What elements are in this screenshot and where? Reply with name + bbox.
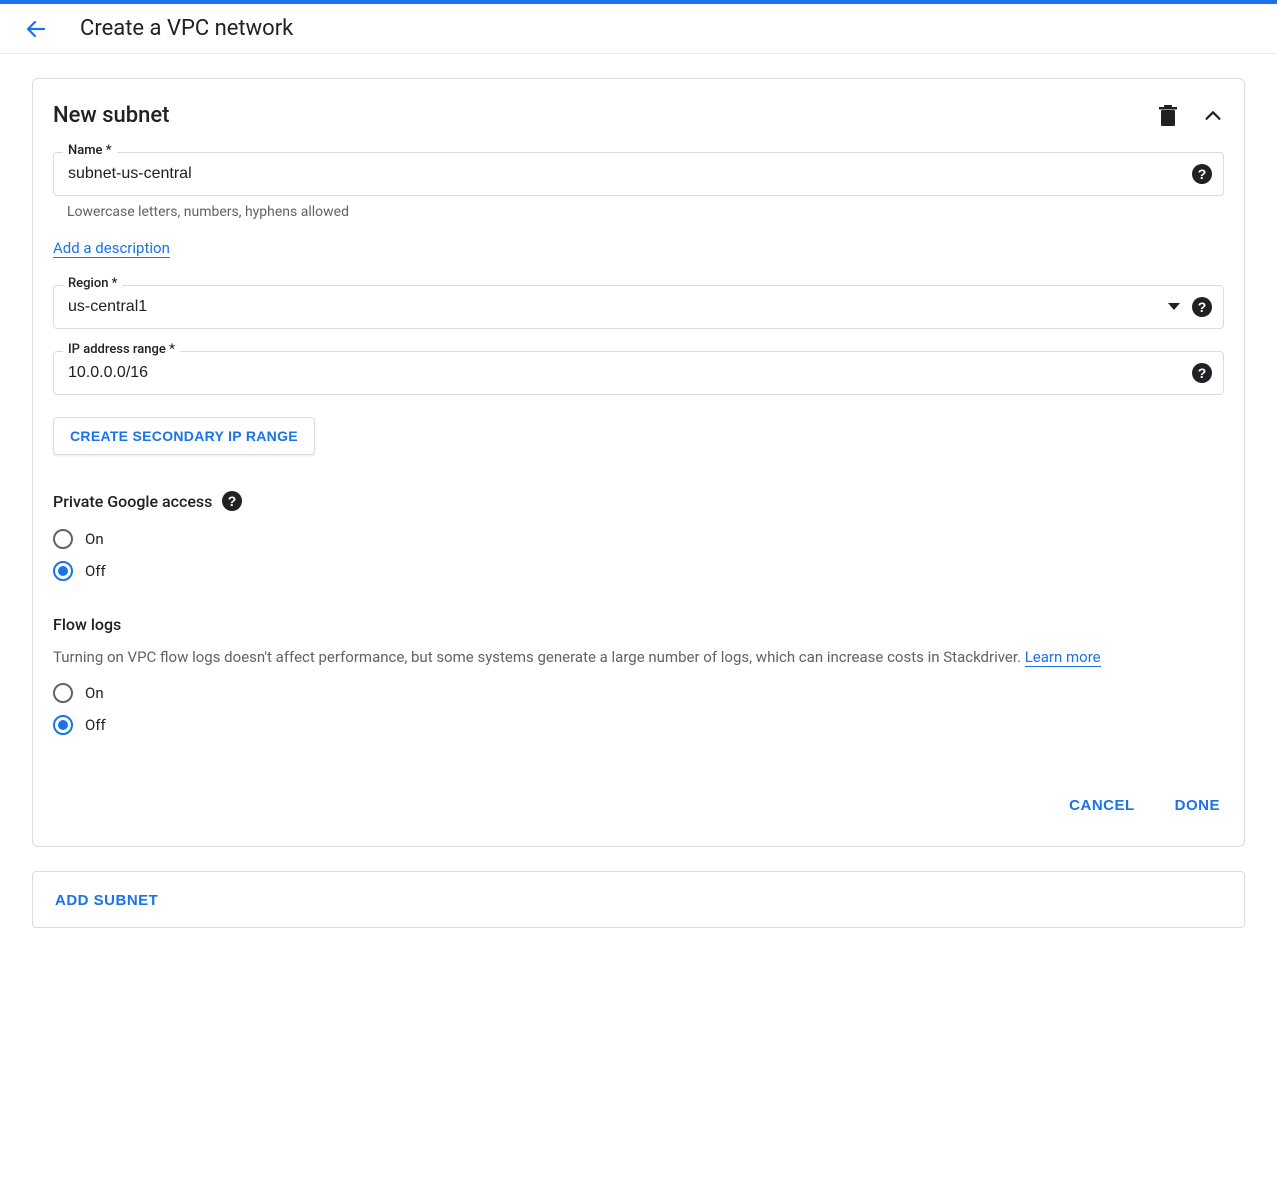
create-secondary-ip-button[interactable]: CREATE SECONDARY IP RANGE: [53, 417, 315, 455]
pga-radio-group: On Off: [53, 523, 1224, 587]
pga-on-radio[interactable]: On: [53, 523, 1224, 555]
region-select[interactable]: [53, 285, 1224, 329]
radio-label: Off: [85, 716, 106, 734]
collapse-icon[interactable]: [1202, 105, 1224, 127]
pga-heading-text: Private Google access: [53, 492, 212, 511]
cancel-button[interactable]: CANCEL: [1065, 789, 1139, 822]
name-hint: Lowercase letters, numbers, hyphens allo…: [53, 204, 1224, 220]
dropdown-icon[interactable]: [1168, 303, 1180, 311]
radio-label: Off: [85, 562, 106, 580]
region-label: Region *: [63, 276, 122, 291]
page-header: Create a VPC network: [0, 4, 1277, 54]
add-description-link[interactable]: Add a description: [53, 239, 170, 258]
delete-icon[interactable]: [1158, 105, 1178, 127]
radio-label: On: [85, 684, 104, 702]
svg-text:?: ?: [1198, 166, 1207, 182]
new-subnet-card: New subnet Name * ? Lowercase letters, n…: [32, 78, 1245, 847]
svg-text:?: ?: [1198, 299, 1207, 315]
name-label: Name *: [63, 143, 117, 158]
learn-more-link[interactable]: Learn more: [1025, 648, 1101, 667]
help-icon[interactable]: ?: [1192, 164, 1212, 184]
radio-icon: [53, 561, 73, 581]
radio-icon: [53, 715, 73, 735]
pga-off-radio[interactable]: Off: [53, 555, 1224, 587]
radio-label: On: [85, 530, 104, 548]
help-icon[interactable]: ?: [1192, 363, 1212, 383]
flow-logs-heading: Flow logs: [53, 615, 1224, 634]
name-input[interactable]: [53, 152, 1224, 196]
flow-logs-heading-text: Flow logs: [53, 615, 121, 634]
ip-range-input[interactable]: [53, 351, 1224, 395]
card-title: New subnet: [53, 103, 169, 128]
svg-text:?: ?: [1198, 365, 1207, 381]
flow-logs-off-radio[interactable]: Off: [53, 709, 1224, 741]
flow-logs-on-radio[interactable]: On: [53, 677, 1224, 709]
back-arrow-icon[interactable]: [24, 17, 48, 41]
help-icon[interactable]: ?: [1192, 297, 1212, 317]
radio-icon: [53, 529, 73, 549]
pga-heading: Private Google access ?: [53, 491, 1224, 511]
svg-text:?: ?: [228, 493, 237, 509]
add-subnet-card: ADD SUBNET: [32, 871, 1245, 928]
done-button[interactable]: DONE: [1171, 789, 1224, 822]
help-icon[interactable]: ?: [222, 491, 242, 511]
page-title: Create a VPC network: [80, 16, 293, 41]
flow-logs-desc: Turning on VPC flow logs doesn't affect …: [53, 646, 1224, 669]
flow-logs-radio-group: On Off: [53, 677, 1224, 741]
add-subnet-button[interactable]: ADD SUBNET: [55, 892, 158, 909]
radio-icon: [53, 683, 73, 703]
ip-range-label: IP address range *: [63, 342, 180, 357]
